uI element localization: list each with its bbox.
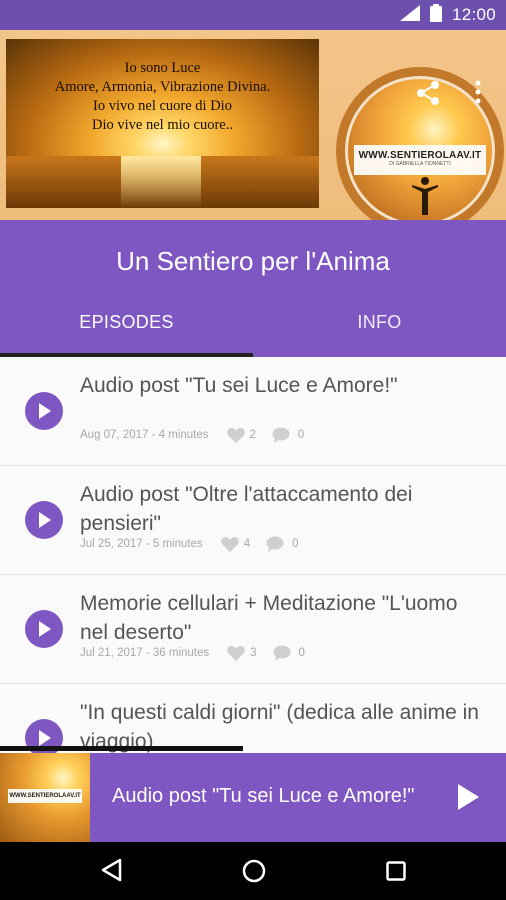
list-item[interactable]: Audio post "Tu sei Luce e Amore!" Aug 07… xyxy=(0,357,506,466)
logo-url: WWW.SENTIEROLAAV.IT xyxy=(358,150,482,161)
play-icon xyxy=(39,512,51,528)
logo-subtitle: DI GABRIELLA TIONNETTI xyxy=(389,161,451,167)
quote-text: Io sono Luce Amore, Armonia, Vibrazione … xyxy=(6,59,319,135)
quote-image: Io sono Luce Amore, Armonia, Vibrazione … xyxy=(6,39,319,208)
status-time: 12:00 xyxy=(451,5,496,24)
list-item[interactable]: Audio post "Oltre l'attaccamento dei pen… xyxy=(0,466,506,575)
episode-meta: Jul 25, 2017 - 5 minutes 4 0 xyxy=(80,536,299,552)
comment-value: 0 xyxy=(292,538,299,550)
list-item[interactable]: Memorie cellulari + Meditazione "L'uomo … xyxy=(0,575,506,684)
like-count[interactable]: 4 xyxy=(220,536,251,552)
episode-title: Audio post "Tu sei Luce e Amore!" xyxy=(80,374,398,397)
episode-date: Jul 21, 2017 - 36 minutes xyxy=(80,647,210,659)
episode-title: Audio post "Oltre l'attaccamento dei pen… xyxy=(80,483,413,535)
comment-count[interactable]: 0 xyxy=(273,645,305,661)
episode-title: Memorie cellulari + Meditazione "L'uomo … xyxy=(80,592,458,644)
episode-meta: Aug 07, 2017 - 4 minutes 2 0 xyxy=(80,427,304,443)
episode-list[interactable]: Audio post "Tu sei Luce e Amore!" Aug 07… xyxy=(0,357,506,753)
heart-icon xyxy=(227,646,245,661)
quote-line: Io sono Luce xyxy=(124,60,201,76)
play-button[interactable] xyxy=(25,610,63,648)
comment-icon xyxy=(272,427,290,443)
play-icon xyxy=(39,621,51,637)
episode-date: Jul 25, 2017 - 5 minutes xyxy=(80,538,203,550)
play-button[interactable] xyxy=(25,392,63,430)
like-count[interactable]: 3 xyxy=(227,645,257,661)
nav-recent-icon[interactable] xyxy=(386,861,406,886)
tab-info[interactable]: INFO xyxy=(253,312,506,333)
battery-icon xyxy=(429,3,442,27)
comment-value: 0 xyxy=(297,429,305,441)
episode-meta: Jul 21, 2017 - 36 minutes 3 0 xyxy=(80,645,305,661)
now-playing-bar[interactable]: WWW.SENTIEROLAAV.IT Audio post "Tu sei L… xyxy=(0,753,506,842)
sun-glare xyxy=(121,156,201,208)
tab-episodes[interactable]: EPISODES xyxy=(0,312,253,333)
wifi-icon xyxy=(399,4,420,26)
like-value: 2 xyxy=(249,429,256,441)
list-item[interactable]: "In questi caldi giorni" (dedica alle an… xyxy=(0,684,506,753)
progress-fill xyxy=(0,746,243,751)
heart-icon xyxy=(220,537,239,552)
comment-count[interactable]: 0 xyxy=(272,427,304,443)
quote-line: Io vivo nel cuore di Dio xyxy=(93,98,232,114)
comment-count[interactable]: 0 xyxy=(266,536,299,552)
logo-banner: WWW.SENTIEROLAAV.IT DI GABRIELLA TIONNET… xyxy=(354,145,486,175)
page-title: Un Sentiero per l'Anima xyxy=(116,246,390,276)
now-playing-title: Audio post "Tu sei Luce e Amore!" xyxy=(112,785,415,807)
play-icon[interactable] xyxy=(456,783,480,816)
episode-title: "In questi caldi giorni" (dedica alle an… xyxy=(80,701,479,753)
share-icon[interactable] xyxy=(416,80,440,111)
thumbnail-label: WWW.SENTIEROLAAV.IT xyxy=(8,789,82,803)
more-vert-icon[interactable] xyxy=(474,80,482,109)
person-silhouette-icon xyxy=(412,177,438,215)
quote-line: Amore, Armonia, Vibrazione Divina. xyxy=(54,79,271,95)
app-header: Un Sentiero per l'Anima EPISODES INFO xyxy=(0,220,506,357)
like-value: 4 xyxy=(243,538,251,550)
comment-icon xyxy=(266,536,284,552)
nav-home-icon[interactable] xyxy=(242,859,266,888)
play-button[interactable] xyxy=(25,501,63,539)
system-nav-bar xyxy=(0,842,506,900)
status-bar: 12:00 xyxy=(0,0,506,30)
playback-progress[interactable] xyxy=(0,746,506,753)
heart-icon xyxy=(226,428,245,443)
play-icon xyxy=(39,730,51,746)
comment-value: 0 xyxy=(298,647,305,659)
like-value: 3 xyxy=(250,647,257,659)
episode-date: Aug 07, 2017 - 4 minutes xyxy=(80,429,209,441)
podcast-header-image: Io sono Luce Amore, Armonia, Vibrazione … xyxy=(0,30,506,220)
now-playing-thumbnail: WWW.SENTIEROLAAV.IT xyxy=(0,753,90,842)
play-icon xyxy=(39,403,51,419)
like-count[interactable]: 2 xyxy=(226,427,256,443)
quote-line: Dio vive nel mio cuore.. xyxy=(92,117,233,133)
comment-icon xyxy=(273,645,291,661)
nav-back-icon[interactable] xyxy=(100,858,122,887)
